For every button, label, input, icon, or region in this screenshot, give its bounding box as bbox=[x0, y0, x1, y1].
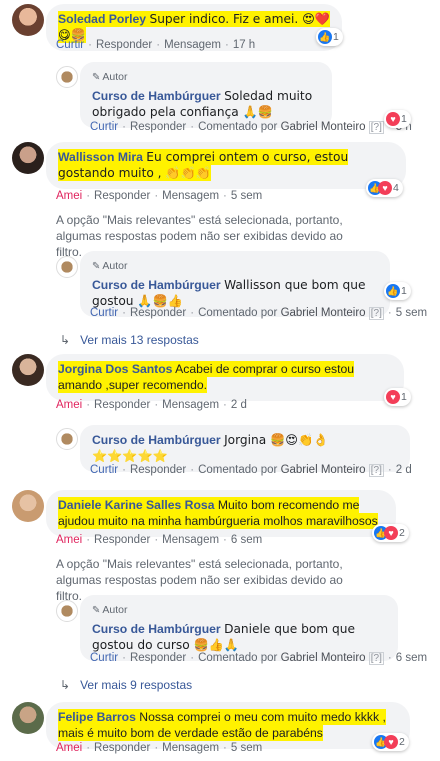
page-name[interactable]: Curso de Hambúrguer bbox=[92, 622, 221, 636]
comment-bubble: Wallisson Mira Eu comprei ontem o curso,… bbox=[46, 142, 406, 189]
reply-actions: Curtir · Responder · Comentado por Gabriel M… bbox=[90, 121, 412, 134]
love-reaction-icon: ♥ bbox=[384, 735, 398, 749]
commenter-name[interactable]: Felipe Barros bbox=[58, 710, 136, 724]
comment-bubble: Daniele Karine Salles Rosa Muito bom rec… bbox=[46, 490, 396, 537]
comment-actions: Amei · Responder · Mensagem · 5 sem bbox=[56, 742, 263, 754]
timestamp[interactable]: 17 h bbox=[233, 39, 255, 51]
comment-actions: Amei · Responder · Mensagem · 5 sem bbox=[56, 190, 263, 202]
pencil-icon: ✎ bbox=[92, 605, 101, 616]
message-link[interactable]: Mensagem bbox=[164, 39, 221, 51]
loved-link[interactable]: Amei bbox=[56, 399, 82, 411]
comment-daniele: Daniele Karine Salles Rosa Muito bom rec… bbox=[0, 488, 440, 698]
avatar[interactable] bbox=[12, 490, 44, 522]
comment-actions: Amei · Responder · Mensagem · 2 d bbox=[56, 399, 247, 411]
commenter-name[interactable]: Soledad Porley bbox=[58, 12, 146, 26]
reply-link[interactable]: Responder bbox=[94, 742, 150, 754]
message-link[interactable]: Mensagem bbox=[162, 534, 219, 546]
like-link[interactable]: Curtir bbox=[90, 307, 118, 319]
more-replies-link[interactable]: ↳ Ver mais 13 respostas bbox=[60, 333, 199, 347]
love-reaction-icon: ♥ bbox=[386, 112, 400, 126]
page-avatar[interactable] bbox=[56, 428, 78, 450]
avatar[interactable] bbox=[12, 142, 44, 174]
reply-link[interactable]: Responder bbox=[130, 307, 186, 319]
timestamp[interactable]: 2 d bbox=[231, 399, 247, 411]
reaction-count[interactable]: 👍 ♥ 2 bbox=[372, 733, 409, 751]
commenter-name[interactable]: Wallisson Mira bbox=[58, 150, 143, 164]
commenter-name[interactable]: Jorgina Dos Santos bbox=[58, 362, 172, 376]
reply-link[interactable]: Responder bbox=[130, 464, 186, 476]
like-link[interactable]: Curtir bbox=[90, 464, 118, 476]
comment-felipe: Felipe Barros Nossa comprei o meu com mu… bbox=[0, 700, 440, 761]
like-reaction-icon: 👍 bbox=[386, 284, 400, 298]
page-name[interactable]: Curso de Hambúrguer bbox=[92, 89, 221, 103]
reply-actions: Curtir · Responder · Comentado por Gabriel M… bbox=[90, 307, 428, 320]
reply-link[interactable]: Responder bbox=[94, 399, 150, 411]
comment-actions: Amei · Responder · Mensagem · 6 sem bbox=[56, 534, 263, 546]
like-link[interactable]: Curtir bbox=[90, 121, 118, 133]
loved-link[interactable]: Amei bbox=[56, 190, 82, 202]
love-reaction-icon: ♥ bbox=[386, 390, 400, 404]
comment-soledad: Soledad Porley Super indico. Fiz e amei.… bbox=[0, 0, 440, 134]
help-link[interactable]: [?] bbox=[368, 121, 384, 134]
timestamp[interactable]: 5 sem bbox=[231, 742, 262, 754]
comment-wallisson: Wallisson Mira Eu comprei ontem o curso,… bbox=[0, 140, 440, 350]
love-reaction-icon: ♥ bbox=[384, 526, 398, 540]
timestamp[interactable]: 6 sem bbox=[231, 534, 262, 546]
reaction-count[interactable]: 👍 1 bbox=[316, 28, 343, 46]
commenter-link[interactable]: Gabriel Monteiro bbox=[281, 307, 366, 319]
timestamp[interactable]: 5 sem bbox=[231, 190, 262, 202]
reply-link[interactable]: Responder bbox=[130, 652, 186, 664]
pencil-icon: ✎ bbox=[92, 72, 101, 83]
love-reaction-icon: ♥ bbox=[378, 181, 392, 195]
message-link[interactable]: Mensagem bbox=[162, 742, 219, 754]
reply-link[interactable]: Responder bbox=[94, 534, 150, 546]
reply-arrow-icon: ↳ bbox=[60, 678, 71, 692]
comment-actions: Curtir · Responder · Mensagem · 17 h bbox=[56, 39, 256, 51]
avatar[interactable] bbox=[12, 354, 44, 386]
reaction-count[interactable]: 👍 ♥ 2 bbox=[372, 524, 409, 542]
like-link[interactable]: Curtir bbox=[90, 652, 118, 664]
avatar[interactable] bbox=[12, 4, 44, 36]
reply-link[interactable]: Responder bbox=[130, 121, 186, 133]
loved-link[interactable]: Amei bbox=[56, 742, 82, 754]
help-link[interactable]: [?] bbox=[368, 652, 384, 665]
comment-jorgina: Jorgina Dos Santos Acabei de comprar o c… bbox=[0, 352, 440, 482]
commenter-link[interactable]: Gabriel Monteiro bbox=[281, 121, 366, 133]
timestamp[interactable]: 5 sem bbox=[396, 307, 427, 319]
help-link[interactable]: [?] bbox=[368, 464, 384, 477]
like-link[interactable]: Curtir bbox=[56, 39, 84, 51]
comment-bubble: Jorgina Dos Santos Acabei de comprar o c… bbox=[46, 354, 404, 401]
reaction-count[interactable]: 👍 ♥ 4 bbox=[366, 179, 403, 197]
page-avatar[interactable] bbox=[56, 66, 78, 88]
message-link[interactable]: Mensagem bbox=[162, 399, 219, 411]
message-link[interactable]: Mensagem bbox=[162, 190, 219, 202]
commenter-link[interactable]: Gabriel Monteiro bbox=[281, 652, 366, 664]
reply-bubble: ✎ Autor Curso de Hambúrguer Soledad muito… bbox=[80, 62, 332, 128]
reply-actions: Curtir · Responder · Comentado por Gabriel M… bbox=[90, 464, 412, 477]
commenter-link[interactable]: Gabriel Monteiro bbox=[281, 464, 366, 476]
more-replies-link[interactable]: ↳ Ver mais 9 respostas bbox=[60, 678, 192, 692]
reaction-count[interactable]: 👍 1 bbox=[384, 282, 411, 300]
pencil-icon: ✎ bbox=[92, 261, 101, 272]
author-tag: Autor bbox=[102, 260, 128, 272]
page-avatar[interactable] bbox=[56, 256, 78, 278]
timestamp[interactable]: 2 d bbox=[396, 464, 412, 476]
reply-arrow-icon: ↳ bbox=[60, 333, 71, 347]
like-reaction-icon: 👍 bbox=[318, 30, 332, 44]
avatar[interactable] bbox=[12, 702, 44, 734]
loved-link[interactable]: Amei bbox=[56, 534, 82, 546]
timestamp[interactable]: 6 sem bbox=[396, 652, 427, 664]
reaction-count[interactable]: ♥ 1 bbox=[384, 110, 411, 128]
commenter-name[interactable]: Daniele Karine Salles Rosa bbox=[58, 498, 214, 512]
reaction-count[interactable]: ♥ 1 bbox=[384, 388, 411, 406]
help-link[interactable]: [?] bbox=[368, 307, 384, 320]
reply-link[interactable]: Responder bbox=[94, 190, 150, 202]
page-name[interactable]: Curso de Hambúrguer bbox=[92, 278, 221, 292]
page-name[interactable]: Curso de Hambúrguer bbox=[92, 433, 221, 447]
page-avatar[interactable] bbox=[56, 600, 78, 622]
reply-link[interactable]: Responder bbox=[96, 39, 152, 51]
author-tag: Autor bbox=[102, 71, 128, 83]
author-tag: Autor bbox=[102, 604, 128, 616]
reply-actions: Curtir · Responder · Comentado por Gabriel M… bbox=[90, 652, 428, 665]
